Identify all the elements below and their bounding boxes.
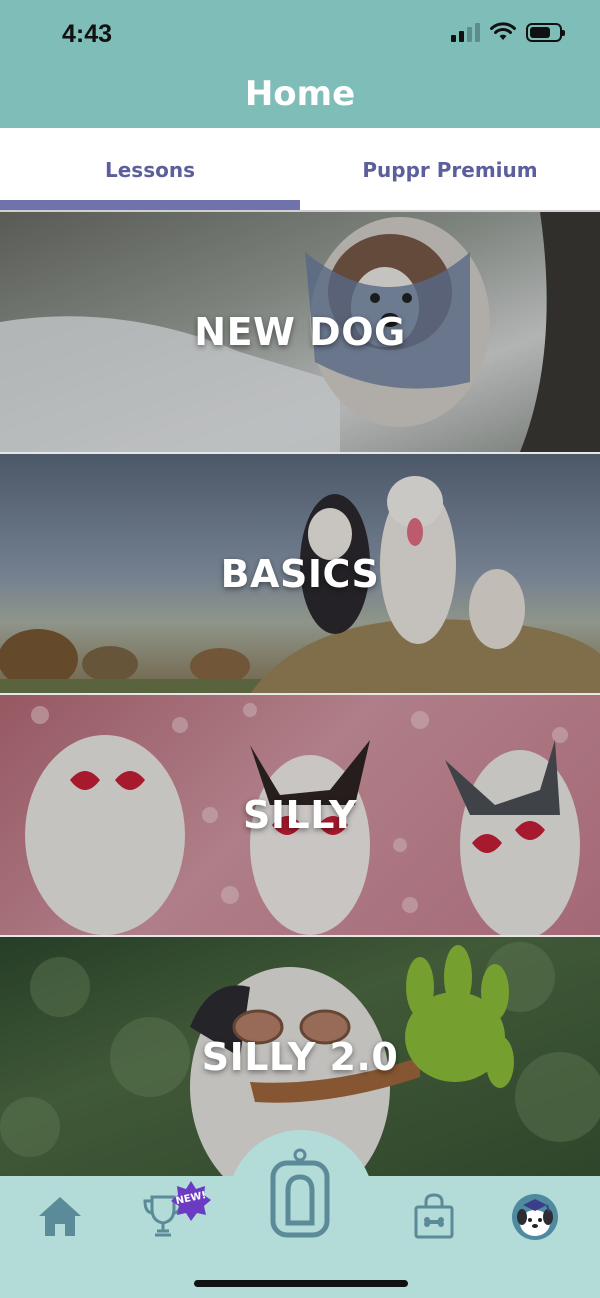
- nav-home[interactable]: [34, 1192, 86, 1240]
- profile-dog-avatar-icon: [512, 1194, 558, 1240]
- lesson-title-silly: SILLY: [242, 793, 358, 837]
- nav-clicker[interactable]: [266, 1146, 334, 1240]
- home-icon: [39, 1197, 81, 1236]
- tab-puppr-premium-label: Puppr Premium: [362, 158, 538, 182]
- page-title: Home: [244, 74, 356, 114]
- lesson-card-new-dog[interactable]: NEW DOG: [0, 212, 600, 452]
- lesson-divider: [0, 693, 600, 695]
- nav-profile[interactable]: [510, 1192, 560, 1242]
- lesson-card-basics[interactable]: BASICS: [0, 454, 600, 694]
- clicker-icon: [270, 1148, 330, 1238]
- battery-icon: [526, 22, 565, 42]
- lesson-card-silly[interactable]: SILLY: [0, 695, 600, 935]
- cellular-signal-icon: [451, 22, 480, 42]
- lesson-divider: [0, 452, 600, 454]
- app-header: 4:43 Home: [0, 0, 600, 128]
- shop-bag-icon: [414, 1193, 454, 1239]
- lesson-divider: [0, 935, 600, 937]
- new-badge: NEW!: [170, 1180, 212, 1222]
- lesson-title-silly-2: SILLY 2.0: [201, 1035, 399, 1079]
- status-time: 4:43: [62, 20, 113, 48]
- tab-puppr-premium[interactable]: Puppr Premium: [300, 128, 600, 212]
- active-tab-indicator: [0, 200, 300, 210]
- lesson-title-basics: BASICS: [220, 552, 380, 596]
- wifi-icon: [490, 22, 516, 40]
- lesson-title-new-dog: NEW DOG: [194, 310, 406, 354]
- tab-lessons-label: Lessons: [105, 158, 195, 182]
- status-icons: [451, 22, 565, 42]
- home-indicator-bar: [194, 1280, 408, 1287]
- nav-shop[interactable]: [410, 1192, 458, 1240]
